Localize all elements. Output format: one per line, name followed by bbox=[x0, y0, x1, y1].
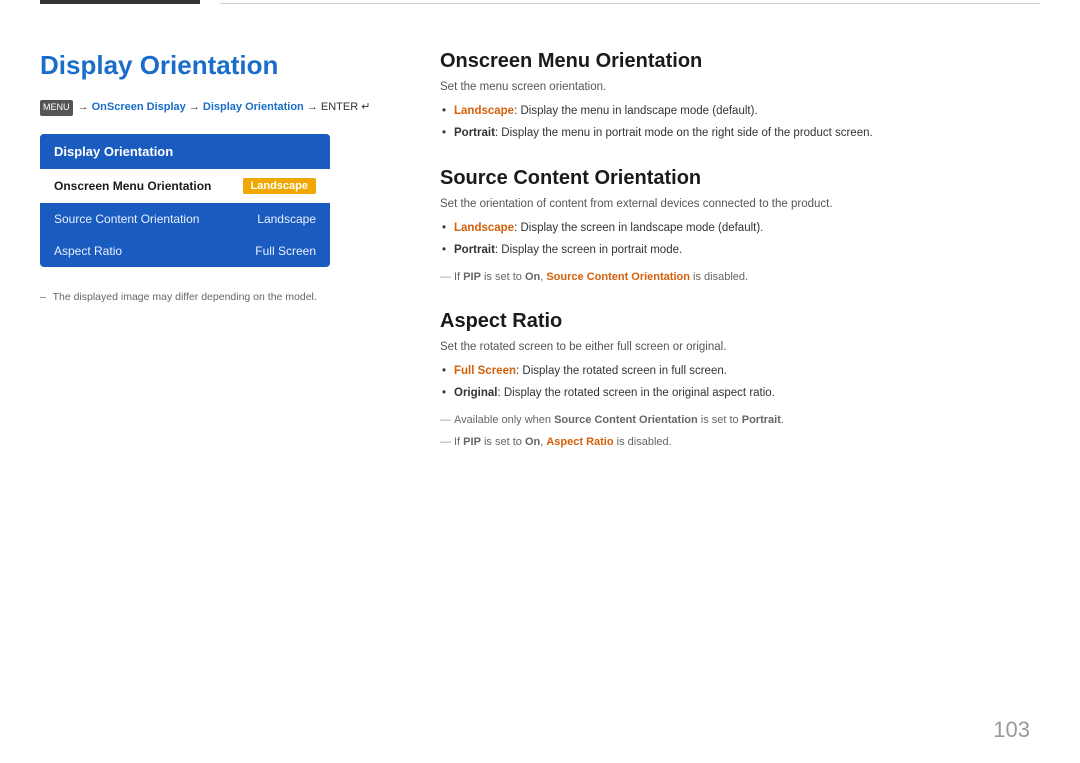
breadcrumb: MENU → OnScreen Display → Display Orient… bbox=[40, 99, 380, 116]
menu-item-aspect-value: Full Screen bbox=[255, 244, 316, 258]
onscreen-bullet-landscape: Landscape: Display the menu in landscape… bbox=[440, 103, 1040, 120]
section-source-content: Source Content Orientation Set the orien… bbox=[440, 167, 1040, 286]
source-bullet-list: Landscape: Display the screen in landsca… bbox=[440, 220, 1040, 260]
breadcrumb-enter: ENTER ↵ bbox=[321, 101, 371, 113]
section-aspect-intro: Set the rotated screen to be either full… bbox=[440, 341, 1040, 353]
page-title: Display Orientation bbox=[40, 50, 380, 81]
fullscreen-label: Full Screen bbox=[454, 365, 516, 377]
right-panel: Onscreen Menu Orientation Set the menu s… bbox=[380, 20, 1040, 743]
breadcrumb-link2[interactable]: Display Orientation bbox=[203, 101, 304, 113]
source-note: If PIP is set to On, Source Content Orie… bbox=[440, 269, 1040, 286]
section-onscreen-title: Onscreen Menu Orientation bbox=[440, 50, 1040, 73]
section-onscreen-intro: Set the menu screen orientation. bbox=[440, 81, 1040, 93]
aspect-bullet-fullscreen: Full Screen: Display the rotated screen … bbox=[440, 363, 1040, 380]
top-bar-line bbox=[220, 3, 1040, 4]
menu-item-onscreen[interactable]: Onscreen Menu Orientation Landscape bbox=[40, 169, 330, 203]
left-panel: Display Orientation MENU → OnScreen Disp… bbox=[40, 20, 380, 743]
portrait-label: Portrait bbox=[454, 127, 495, 139]
section-aspect-title: Aspect Ratio bbox=[440, 310, 1040, 333]
breadcrumb-arrow1: → bbox=[78, 101, 89, 113]
source-portrait-label: Portrait bbox=[454, 244, 495, 256]
menu-icon: MENU bbox=[40, 100, 73, 116]
aspect-note-2: If PIP is set to On, Aspect Ratio is dis… bbox=[440, 434, 1040, 451]
aspect-bullet-list: Full Screen: Display the rotated screen … bbox=[440, 363, 1040, 403]
aspect-note-1: Available only when Source Content Orien… bbox=[440, 412, 1040, 429]
breadcrumb-arrow2: → bbox=[189, 101, 200, 113]
menu-item-source[interactable]: Source Content Orientation Landscape bbox=[40, 203, 330, 235]
menu-item-aspect-label: Aspect Ratio bbox=[54, 244, 122, 258]
section-source-intro: Set the orientation of content from exte… bbox=[440, 198, 1040, 210]
model-note: – The displayed image may differ dependi… bbox=[40, 291, 380, 303]
source-bullet-landscape: Landscape: Display the screen in landsca… bbox=[440, 220, 1040, 237]
onscreen-bullet-list: Landscape: Display the menu in landscape… bbox=[440, 103, 1040, 143]
menu-item-source-value: Landscape bbox=[257, 212, 316, 226]
menu-box: Display Orientation Onscreen Menu Orient… bbox=[40, 134, 330, 267]
original-label: Original bbox=[454, 387, 497, 399]
page-content: Display Orientation MENU → OnScreen Disp… bbox=[40, 20, 1040, 743]
page-number: 103 bbox=[993, 717, 1030, 743]
menu-item-source-label: Source Content Orientation bbox=[54, 212, 199, 226]
landscape-label: Landscape bbox=[454, 105, 514, 117]
source-landscape-label: Landscape bbox=[454, 222, 514, 234]
menu-item-aspect[interactable]: Aspect Ratio Full Screen bbox=[40, 235, 330, 267]
section-source-title: Source Content Orientation bbox=[440, 167, 1040, 190]
menu-item-onscreen-label: Onscreen Menu Orientation bbox=[54, 179, 211, 193]
source-bullet-portrait: Portrait: Display the screen in portrait… bbox=[440, 242, 1040, 259]
section-onscreen-menu: Onscreen Menu Orientation Set the menu s… bbox=[440, 50, 1040, 143]
menu-box-title: Display Orientation bbox=[40, 134, 330, 169]
section-aspect-ratio: Aspect Ratio Set the rotated screen to b… bbox=[440, 310, 1040, 451]
top-bar bbox=[0, 0, 1080, 6]
top-bar-accent bbox=[40, 0, 200, 4]
menu-item-onscreen-value: Landscape bbox=[243, 178, 316, 194]
aspect-bullet-original: Original: Display the rotated screen in … bbox=[440, 385, 1040, 402]
breadcrumb-arrow3: → bbox=[307, 101, 318, 113]
breadcrumb-link1[interactable]: OnScreen Display bbox=[92, 101, 186, 113]
onscreen-bullet-portrait: Portrait: Display the menu in portrait m… bbox=[440, 125, 1040, 142]
